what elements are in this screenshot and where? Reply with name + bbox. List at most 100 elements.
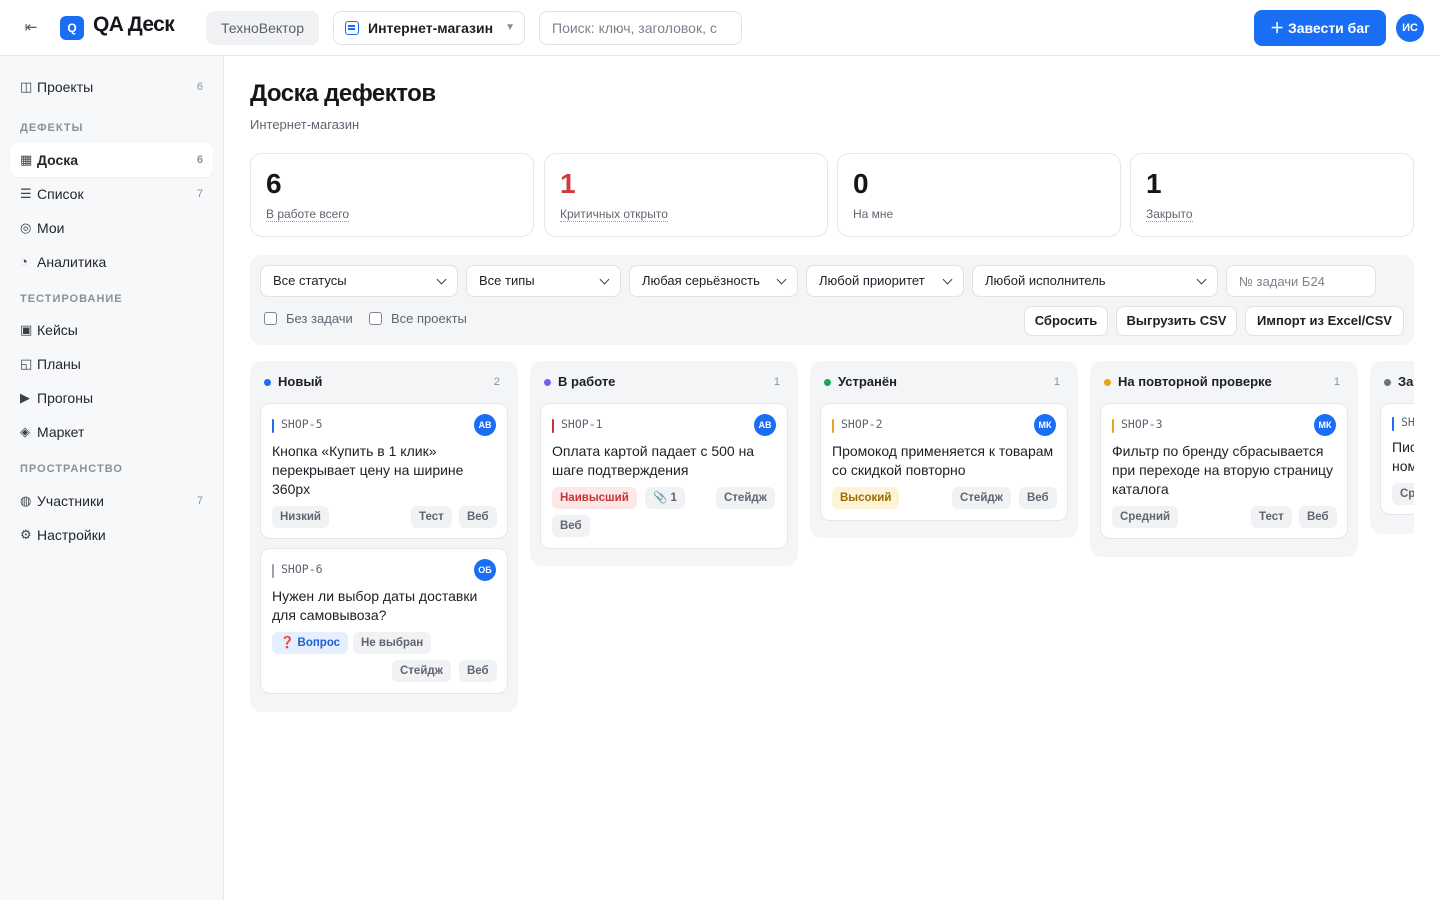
bug-card[interactable]: SHOP-6 ОБ Нужен ли выбор даты доставки д… <box>260 548 508 694</box>
bug-title: Кнопка «Купить в 1 клик» перекрывает цен… <box>272 443 464 497</box>
sidebar-item-list[interactable]: ☰ Список 7 <box>10 177 213 211</box>
stat-value: 0 <box>853 168 869 199</box>
project-select-label: Интернет-магазин <box>368 20 494 36</box>
priority-tag: Средний <box>1112 506 1179 528</box>
bug-card[interactable]: SHOP-2 МК Промокод применяется к товарам… <box>820 403 1068 521</box>
type-filter-select[interactable]: Все типы <box>466 265 621 297</box>
no-task-checkbox[interactable]: Без задачи <box>264 311 364 327</box>
bug-key: SHOP-6 <box>281 562 323 576</box>
project-icon <box>345 21 359 35</box>
sidebar-item-members[interactable]: ◍ Участники 7 <box>10 484 213 518</box>
priority-bar <box>1392 417 1394 431</box>
collapse-sidebar-icon[interactable]: ⇤ <box>18 16 44 40</box>
assignee-avatar: МК <box>1314 414 1336 436</box>
sidebar-item-analytics[interactable]: ◔ Аналитика <box>10 245 213 279</box>
checkbox-box <box>369 312 382 325</box>
import-csv-button[interactable]: Импорт из Excel/CSV <box>1245 306 1404 336</box>
assignee-avatar: ОБ <box>474 559 496 581</box>
stat-assigned-to-me: 0 На мне <box>837 153 1121 237</box>
column-new: Новый 2 SHOP-5 АВ Кнопка «Купить в 1 кли… <box>250 361 518 712</box>
bug-card[interactable]: SHOP-1 АВ Оплата картой падает с 500 на … <box>540 403 788 549</box>
assignee-filter-select[interactable]: Любой исполнитель <box>972 265 1218 297</box>
sidebar-item-projects[interactable]: ◫ Проекты 6 <box>10 70 213 104</box>
priority-tag: Ср <box>1392 483 1414 505</box>
sidebar-section-testing: ТЕСТИРОВАНИЕ <box>20 293 123 305</box>
pie-chart-icon: ◔ <box>20 254 28 269</box>
chevron-down-icon <box>599 274 610 285</box>
sidebar-item-market[interactable]: ◈ Маркет <box>10 415 213 449</box>
checkbox-label: Все проекты <box>391 311 467 326</box>
priority-bar <box>832 419 834 433</box>
status-dot-icon <box>1104 379 1111 386</box>
sidebar-item-board[interactable]: ▦ Доска 6 <box>10 143 213 177</box>
priority-filter-select[interactable]: Любой приоритет <box>806 265 964 297</box>
project-select[interactable]: Интернет-магазин ▼ <box>333 11 525 45</box>
sidebar-item-label: Доска <box>37 152 79 168</box>
play-icon: ▶ <box>20 390 30 405</box>
filter-panel: Все статусы Все типы Любая серьёзность Л… <box>250 255 1414 345</box>
sidebar-item-label: Аналитика <box>37 254 107 270</box>
export-csv-button[interactable]: Выгрузить CSV <box>1116 306 1237 336</box>
severity-filter-select[interactable]: Любая серьёзность <box>629 265 798 297</box>
bug-card[interactable]: SHOP-5 АВ Кнопка «Купить в 1 клик» перек… <box>260 403 508 539</box>
chevron-down-icon <box>942 274 953 285</box>
sidebar-item-label: Прогоны <box>37 390 94 406</box>
attachments-tag: 📎 1 <box>645 487 685 509</box>
chevron-down-icon <box>436 274 447 285</box>
column-header: За <box>1370 361 1414 403</box>
search-input[interactable] <box>539 11 742 45</box>
chevron-down-icon <box>776 274 787 285</box>
sidebar-item-label: Мои <box>37 220 65 236</box>
sidebar-item-count: 6 <box>196 154 203 166</box>
bug-title: Пис ном <box>1392 439 1414 474</box>
stat-label: Закрыто <box>1146 207 1193 222</box>
column-count: 1 <box>1053 376 1060 388</box>
sidebar-item-settings[interactable]: ⚙ Настройки <box>10 518 213 552</box>
sidebar-item-plans[interactable]: ◱ Планы <box>10 347 213 381</box>
new-bug-button[interactable]: ＋ Завести баг <box>1254 10 1386 46</box>
stat-closed[interactable]: 1 Закрыто <box>1130 153 1414 237</box>
stat-in-progress[interactable]: 6 В работе всего <box>250 153 534 237</box>
column-retest: На повторной проверке 1 SHOP-3 МК Фильтр… <box>1090 361 1358 557</box>
task-number-input[interactable] <box>1226 265 1376 297</box>
status-filter-select[interactable]: Все статусы <box>260 265 458 297</box>
question-tag: ❓ Вопрос <box>272 632 349 654</box>
priority-tag: Наивысший <box>552 487 637 509</box>
environment-tag: Тест <box>1251 506 1292 528</box>
checkbox-label: Без задачи <box>286 311 353 326</box>
org-switcher[interactable]: ТехноВектор <box>206 11 319 45</box>
column-fixed: Устранён 1 SHOP-2 МК Промокод применяетс… <box>810 361 1078 538</box>
chevron-down-icon <box>1196 274 1207 285</box>
chevron-down-icon: ▼ <box>505 22 515 33</box>
page-subtitle: Интернет-магазин <box>250 117 360 132</box>
sidebar-item-cases[interactable]: ▣ Кейсы <box>10 313 213 347</box>
column-title: В работе <box>558 374 616 389</box>
all-projects-checkbox[interactable]: Все проекты <box>369 311 479 327</box>
sidebar-item-runs[interactable]: ▶ Прогоны <box>10 381 213 415</box>
select-value: Любой приоритет <box>819 273 925 288</box>
bug-key: SHOP-3 <box>1121 417 1163 431</box>
stat-critical-open[interactable]: 1 Критичных открыто <box>544 153 828 237</box>
sidebar: ◫ Проекты 6 ДЕФЕКТЫ ▦ Доска 6 ☰ Список 7… <box>0 56 224 900</box>
bug-card[interactable]: SH Пис ном Ср <box>1380 403 1414 515</box>
status-dot-icon <box>544 379 551 386</box>
environment-tag: Стейдж <box>716 487 775 509</box>
bug-title: Промокод применяется к товарам со скидко… <box>832 443 1054 478</box>
user-avatar[interactable]: ИС <box>1396 14 1424 42</box>
priority-tag: Не выбран <box>353 632 432 654</box>
environment-tag: Стейдж <box>392 660 451 682</box>
kanban-board: Новый 2 SHOP-5 АВ Кнопка «Купить в 1 кли… <box>250 361 1414 900</box>
platform-tag: Веб <box>1299 506 1337 528</box>
reset-filters-button[interactable]: Сбросить <box>1024 306 1108 336</box>
platform-tag: Веб <box>1019 487 1057 509</box>
sidebar-item-label: Настройки <box>37 527 106 543</box>
sidebar-item-label: Маркет <box>37 424 85 440</box>
bug-card[interactable]: SHOP-3 МК Фильтр по бренду сбрасывается … <box>1100 403 1348 539</box>
cases-icon: ▣ <box>20 322 33 337</box>
priority-bar <box>272 419 274 433</box>
column-title: Новый <box>278 374 323 389</box>
environment-tag: Тест <box>411 506 452 528</box>
priority-bar <box>1112 419 1114 433</box>
status-dot-icon <box>1384 379 1391 386</box>
sidebar-item-mine[interactable]: ◎ Мои <box>10 211 213 245</box>
